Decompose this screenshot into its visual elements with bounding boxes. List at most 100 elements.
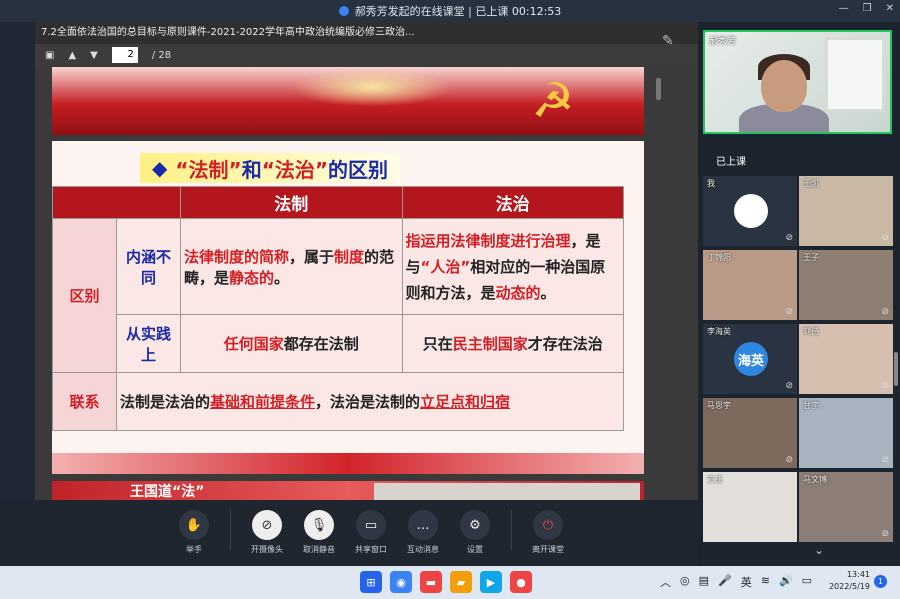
taskbar: ⊞ ◉ ▬ ▰ ▶ ● ︿ ◎ ▤ 🎤 英 ≋ 🔊 ▭ 13:41 2022/5… [0,566,900,599]
arrow-up-icon[interactable]: ▲ [68,50,76,61]
participant-tile[interactable]: 马思宇 ⊘ [703,398,797,468]
microphone-icon[interactable]: 🎤 [718,574,732,590]
participant-tile[interactable]: 刘诗 ⊘ [799,324,893,394]
window-titlebar: 郝秀芳发起的在线课堂 | 已上课 00:12:53 — ❐ ✕ [0,0,900,22]
restore-icon[interactable]: ❐ [863,3,872,14]
app-tray-icon[interactable]: ◎ [680,574,690,590]
participant-tile[interactable]: 方正 ⊘ [703,472,797,542]
mic-off-icon: ⊘ [881,529,889,539]
document-scrollbar[interactable] [656,78,661,100]
leave-class-button[interactable]: ⏻ 离开课堂 [522,510,574,555]
raise-hand-button[interactable]: ✋ 举手 [168,510,220,555]
participant-panel: 郝秀芳 已上课 我 ⊘ 王凯 ⊘ 丁锦阳 ⊘ 王子 ⊘ 李海英 海英 ⊘ 刘诗 … [698,22,900,566]
volume-icon[interactable]: 🔊 [779,574,793,590]
app-icon[interactable]: ● [510,571,532,593]
host-video[interactable]: 郝秀芳 [703,30,892,134]
mic-off-icon: ⊘ [881,233,889,243]
palace-image [292,67,452,107]
share-screen-icon: ▭ [356,510,386,540]
power-icon: ⏻ [533,510,563,540]
camera-off-icon: ⊘ [252,510,282,540]
unmute-button[interactable]: 🎙 取消静音 [293,510,345,555]
folder-icon[interactable]: ▰ [450,571,472,593]
host-name: 郝秀芳 [709,37,737,47]
browser-icon[interactable]: ◉ [390,571,412,593]
next-slide-image [374,483,640,500]
app-tray-icon[interactable]: ▤ [699,574,709,590]
cell-link: 法制是法治的基础和前提条件，法治是法制的立足点和归宿 [116,372,624,431]
avatar: 海英 [734,342,768,376]
app-icon[interactable]: ▬ [420,571,442,593]
mic-off-icon: ⊘ [785,233,793,243]
interact-message-button[interactable]: … 互动消息 [397,510,449,555]
sidebar-toggle-icon[interactable]: ▣ [45,50,54,61]
page-number-input[interactable]: 2 [111,47,138,63]
start-icon[interactable]: ⊞ [360,571,382,593]
mic-off-icon: ⊘ [881,307,889,317]
table-header-row: 法制 法治 [52,186,624,219]
wifi-icon[interactable]: ≋ [761,574,770,590]
table-row: 从实践上 任何国家都存在法制 只在民主制国家才存在法治 [53,314,624,373]
minimize-icon[interactable]: — [839,3,849,14]
document-title: 7.2全面依法治国的总目标与原则课件-2021-2022学年高中政治统编版必修三… [35,22,698,44]
cell-connotation-system: 法律制度的简称，属于制度的范畴，是静态的。 [180,218,403,315]
avatar [734,194,768,228]
header-fazhi-rule: 法治 [401,186,624,219]
slide-heading: ◆ “法制” 和 “法治” 的区别 [140,153,400,183]
header-fazhi-system: 法制 [180,186,403,219]
share-window-button[interactable]: ▭ 共享窗口 [345,510,397,555]
table-row: 联系 法制是法治的基础和前提条件，法治是法制的立足点和归宿 [52,372,624,431]
battery-icon[interactable]: ▭ [802,574,812,590]
system-tray: ︿ ◎ ▤ 🎤 英 ≋ 🔊 ▭ [660,574,812,590]
participant-tile[interactable]: 王凯 ⊘ [799,176,893,246]
chat-icon: … [408,510,438,540]
camera-button[interactable]: ⊘ 开摄像头 [241,510,293,555]
slide-next: 王国道“法” [52,481,644,500]
participant-scrollbar[interactable] [894,352,898,386]
row-label-diff: 区别 [52,218,117,373]
slide-current: ◆ “法制” 和 “法治” 的区别 法制 法治 区别 内涵不同 法律制度的简称，… [52,141,644,474]
window-title: 郝秀芳发起的在线课堂 | 已上课 00:12:53 [354,5,562,18]
document-toolbar: ▣ ▲ ▼ 2 / 28 [35,44,698,66]
gear-icon: ⚙ [460,510,490,540]
hammer-sickle-icon: ☭ [531,73,575,129]
participant-tile[interactable]: 我 ⊘ [703,176,797,246]
row-label-practice: 从实践上 [116,314,181,373]
mic-off-icon: ⊘ [881,381,889,391]
participant-tile[interactable]: 丁锦阳 ⊘ [703,250,797,320]
lock-icon [338,6,349,16]
slide-ribbon [52,453,644,474]
chevron-down-icon[interactable]: ⌄ [814,543,824,557]
diamond-icon: ◆ [152,156,168,180]
window-controls: — ❐ ✕ [839,3,894,14]
class-status: 已上课 [716,157,746,168]
settings-button[interactable]: ⚙ 设置 [449,510,501,555]
close-icon[interactable]: ✕ [886,3,894,14]
page-total: / 28 [151,49,172,61]
arrow-down-icon[interactable]: ▼ [90,50,98,61]
participant-tile[interactable]: 李海英 海英 ⊘ [703,324,797,394]
row-label-link: 联系 [52,372,117,431]
mic-off-icon: ⊘ [785,381,793,391]
mic-off-icon: ⊘ [785,529,793,539]
mic-off-icon: ⊘ [785,455,793,465]
row-label-connotation: 内涵不同 [116,218,181,315]
notification-badge[interactable]: 1 [874,575,887,588]
annotate-icon[interactable]: ✎ [662,33,686,55]
cell-connotation-rule: 指运用法律制度进行治理，是与“人治”相对应的一种治国原则和方法，是动态的。 [401,218,624,315]
participant-tile[interactable]: 马文博 ⊘ [799,472,893,542]
table-row: 区别 内涵不同 法律制度的简称，属于制度的范畴，是静态的。 指运用法律制度进行治… [52,218,624,373]
app-icon[interactable]: ▶ [480,571,502,593]
cell-practice-rule: 只在民主制国家才存在法治 [401,314,624,373]
slide-previous: ☭ [52,67,644,135]
cell-practice-system: 任何国家都存在法制 [180,314,403,373]
clock[interactable]: 13:41 2022/5/19 [826,569,870,593]
ime-indicator[interactable]: 英 [741,574,752,590]
chevron-up-icon[interactable]: ︿ [660,574,671,590]
participant-tile[interactable]: 王子 ⊘ [799,250,893,320]
mic-off-icon: ⊘ [881,455,889,465]
hand-icon: ✋ [179,510,209,540]
participant-tile[interactable]: 甘宇 ⊘ [799,398,893,468]
comparison-table: 法制 法治 区别 内涵不同 法律制度的简称，属于制度的范畴，是静态的。 指运用法… [52,186,624,431]
next-slide-title: 王国道“法” [130,484,205,500]
